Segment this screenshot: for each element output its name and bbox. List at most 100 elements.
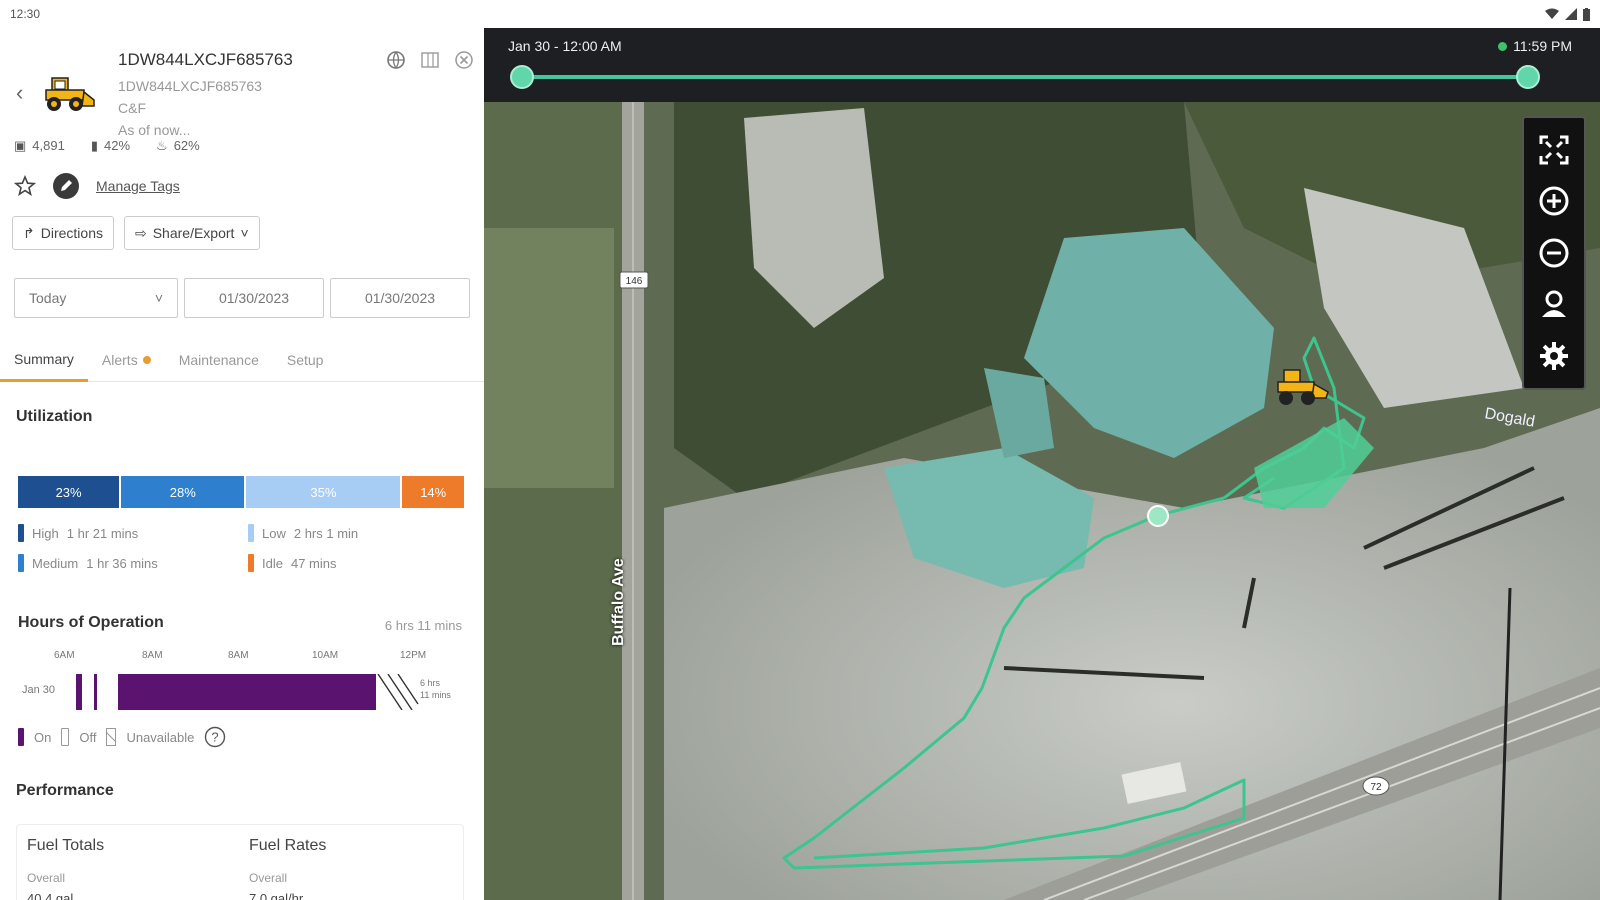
timeline-start-label: Jan 30 - 12:00 AM <box>508 38 622 54</box>
asset-serial: 1DW844LXCJF685763 <box>118 78 262 94</box>
system-icons <box>1545 7 1590 21</box>
asset-dealer: C&F <box>118 100 146 116</box>
period-select[interactable]: Today ˅ <box>14 278 178 318</box>
gear-icon[interactable] <box>1534 336 1574 376</box>
start-date-field[interactable]: 01/30/2023 <box>184 278 324 318</box>
def-stat: ♨ 62% <box>156 138 200 153</box>
hours-tick: 8AM <box>142 650 163 661</box>
utilization-section: Utilization <box>0 408 484 426</box>
header-actions <box>386 50 474 70</box>
zoom-out-icon[interactable] <box>1534 233 1574 273</box>
hours-timeline: 6 hrs 11 mins <box>76 674 451 710</box>
route-shield-label: 146 <box>626 276 643 287</box>
close-icon[interactable] <box>454 50 474 70</box>
edit-icon[interactable] <box>52 172 80 200</box>
status-bar: 12:30 <box>0 0 1600 28</box>
help-icon[interactable]: ? <box>204 726 226 748</box>
hours-day-summary-line2: 11 mins <box>420 690 451 700</box>
legend-high: High 1 hr 21 mins <box>18 524 248 542</box>
chevron-down-icon: ˅ <box>154 290 163 306</box>
util-segment-idle: 14% <box>402 476 464 508</box>
timeline-bar: Jan 30 - 12:00 AM 11:59 PM <box>484 28 1600 102</box>
end-date-field[interactable]: 01/30/2023 <box>330 278 470 318</box>
grid-icon[interactable] <box>420 50 440 70</box>
utilization-legend: High 1 hr 21 mins Low 2 hrs 1 min Medium 1 … <box>18 524 458 572</box>
alert-dot <box>142 356 151 364</box>
tags-row: Manage Tags <box>14 172 180 200</box>
hours-tick: 12PM <box>400 650 427 661</box>
map-controls <box>1522 116 1586 390</box>
hours-tick: 8AM <box>228 650 249 661</box>
live-dot <box>1498 41 1508 51</box>
on-swatch <box>18 728 24 746</box>
manage-tags-link[interactable]: Manage Tags <box>96 178 180 194</box>
util-segment-medium: 28% <box>121 476 245 508</box>
asset-detail-panel: ‹ 1DW844LXCJF685763 1DW844LXCJF685763 C&… <box>0 28 484 900</box>
globe-icon[interactable] <box>386 50 406 70</box>
performance-card: Fuel Totals Overall 40.4 gal Fuel Rates … <box>16 824 464 900</box>
legend-low: Low 2 hrs 1 min <box>248 524 458 542</box>
hours-legend: On Off Unavailable ? <box>18 726 226 748</box>
directions-button[interactable]: ↱ Directions <box>12 216 114 250</box>
battery-icon <box>1583 7 1590 21</box>
asset-title: 1DW844LXCJF685763 <box>118 50 293 69</box>
svg-text:?: ? <box>212 730 219 745</box>
fuel-stat: ▮ 42% <box>90 138 131 153</box>
fuel-totals: Fuel Totals Overall 40.4 gal <box>27 837 105 900</box>
hours-of-operation-total: 6 hrs 11 mins <box>384 618 462 633</box>
directions-icon: ↱ <box>23 224 35 241</box>
action-buttons: ↱ Directions ⇨ Share/Export ˅ <box>12 216 260 250</box>
performance-title: Performance <box>16 782 114 799</box>
asset-stats: ▣ 4,891 ▮ 42% ♨ 62% <box>14 138 200 154</box>
fuel-rates: Fuel Rates Overall 7.0 gal/hr <box>249 837 327 900</box>
tab-alerts[interactable]: Alerts <box>88 338 165 382</box>
legend-idle: Idle 47 mins <box>248 554 458 572</box>
fullscreen-icon[interactable] <box>1534 130 1574 170</box>
avenue-label: Buffalo Ave <box>610 558 627 646</box>
wifi-icon <box>1545 8 1559 19</box>
detail-tabs: Summary Alerts Maintenance Setup <box>0 338 484 382</box>
hours-axis: 6AM 8AM 8AM 10AM 12PM <box>0 650 484 666</box>
timeline-end-label: 11:59 PM <box>1498 38 1572 54</box>
signal-icon <box>1565 8 1577 20</box>
back-button[interactable]: ‹ <box>16 80 23 106</box>
star-icon[interactable] <box>14 175 36 197</box>
asset-as-of: As of now... <box>118 122 191 138</box>
util-segment-low: 35% <box>246 476 401 508</box>
hours-of-operation-row: Jan 30 6 hrs 11 mins <box>18 674 478 710</box>
status-time: 12:30 <box>10 7 41 21</box>
tab-setup[interactable]: Setup <box>273 338 338 382</box>
off-swatch <box>61 728 70 746</box>
export-icon: ⇨ <box>134 224 147 241</box>
date-range-row: Today ˅ 01/30/2023 01/30/2023 <box>14 278 470 318</box>
utilization-title: Utilization <box>16 408 93 425</box>
satellite-map[interactable]: 146 72 Dogald <box>484 28 1600 900</box>
fuel-icon: ▮ <box>90 138 98 153</box>
hours-of-operation-title: Hours of Operation <box>18 614 164 631</box>
timeline-start-handle[interactable] <box>510 65 534 89</box>
legend-unavailable: Unavailable <box>126 729 195 745</box>
hours-tick: 10AM <box>312 650 339 661</box>
util-segment-high: 23% <box>18 476 120 508</box>
timeline-end-handle[interactable] <box>1516 65 1540 89</box>
unavailable-swatch <box>106 728 117 746</box>
hour-meter-icon: ▣ <box>14 138 27 153</box>
wheel-loader-icon <box>45 77 95 111</box>
hours-stat: ▣ 4,891 <box>14 138 65 153</box>
asset-header: ‹ 1DW844LXCJF685763 1DW844LXCJF685763 C&… <box>0 36 484 138</box>
chevron-down-icon: ˅ <box>240 225 249 241</box>
legend-on: On <box>34 729 52 745</box>
map-view[interactable]: 146 72 Dogald Buffalo Ave Jan 30 - 12:00… <box>484 28 1600 900</box>
hours-day-summary-line1: 6 hrs <box>420 678 441 688</box>
tab-summary[interactable]: Summary <box>0 338 88 382</box>
utilization-bar: 23% 28% 35% 14% <box>18 476 464 508</box>
hours-tick: 6AM <box>54 650 75 661</box>
timeline-track[interactable] <box>522 75 1528 79</box>
def-icon: ♨ <box>156 138 168 153</box>
highway-shield-label: 72 <box>1370 782 1382 793</box>
zoom-in-icon[interactable] <box>1534 181 1574 221</box>
person-icon[interactable] <box>1534 285 1574 325</box>
tab-maintenance[interactable]: Maintenance <box>165 338 273 382</box>
legend-medium: Medium 1 hr 36 mins <box>18 554 248 572</box>
share-export-button[interactable]: ⇨ Share/Export ˅ <box>123 216 260 250</box>
